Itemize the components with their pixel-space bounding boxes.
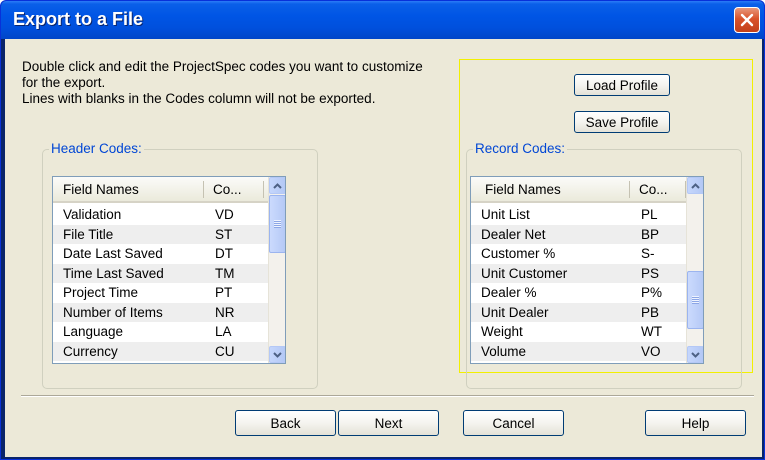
code-cell[interactable]: PS: [641, 266, 659, 281]
code-cell[interactable]: NR: [215, 305, 235, 320]
list-row[interactable]: Project Time PT: [53, 283, 269, 303]
field-name-cell: Language: [63, 324, 124, 339]
list-row[interactable]: File Title ST: [53, 224, 269, 244]
save-profile-button[interactable]: Save Profile: [574, 111, 670, 133]
window-title: Export to a File: [13, 9, 144, 29]
back-button[interactable]: Back: [235, 410, 336, 436]
list-row[interactable]: Validation VD: [53, 205, 269, 225]
field-name-cell: Date Last Saved: [63, 246, 163, 261]
field-name-cell: Option Code: [481, 363, 557, 364]
column-header-field-names[interactable]: Field Names: [63, 182, 139, 197]
field-name-cell: Weight: [481, 324, 523, 339]
column-header-codes[interactable]: Co...: [639, 182, 668, 197]
separator-line: [21, 395, 754, 397]
close-button[interactable]: [734, 7, 760, 33]
instructions-line-1: Double click and edit the ProjectSpec co…: [22, 59, 423, 90]
field-name-cell: Unit List: [481, 207, 530, 222]
column-header-field-names[interactable]: Field Names: [485, 182, 561, 197]
code-cell[interactable]: BP: [641, 227, 659, 242]
scroll-up-button[interactable]: [269, 177, 285, 194]
code-cell[interactable]: TM: [215, 266, 235, 281]
scroll-down-button[interactable]: [269, 346, 285, 363]
list-row[interactable]: Unit List PL: [471, 205, 687, 225]
field-name-cell: Currency: [63, 343, 118, 359]
list-row[interactable]: Weight WT: [471, 322, 687, 342]
code-cell[interactable]: ON: [641, 363, 661, 364]
help-button[interactable]: Help: [645, 410, 746, 436]
chevron-up-icon: [273, 182, 282, 189]
list-row[interactable]: Date Last Saved DT: [53, 244, 269, 264]
list-column-header: Field Names Co...: [471, 177, 687, 203]
chevron-down-icon: [691, 351, 700, 358]
field-name-cell: Volume: [481, 343, 527, 359]
list-row[interactable]: Volume VO: [471, 341, 687, 361]
list-row[interactable]: Unit Customer PS: [471, 263, 687, 283]
code-cell[interactable]: VO: [641, 344, 661, 359]
dialog-body: Double click and edit the ProjectSpec co…: [5, 39, 762, 457]
code-cell[interactable]: WT: [641, 324, 662, 339]
code-cell[interactable]: CU: [215, 344, 235, 359]
header-codes-scrollbar[interactable]: [268, 177, 285, 363]
list-row[interactable]: Customer % S-: [471, 244, 687, 264]
field-name-cell: Unit Customer: [481, 265, 568, 281]
code-cell[interactable]: ST: [215, 227, 232, 242]
chevron-up-icon: [691, 182, 700, 189]
code-cell[interactable]: P%: [641, 285, 662, 300]
field-name-cell: Validation: [63, 207, 122, 222]
scroll-up-button[interactable]: [687, 177, 703, 194]
scroll-thumb[interactable]: [269, 195, 285, 253]
instructions-text: Double click and edit the ProjectSpec co…: [22, 59, 432, 107]
field-name-cell: Unit of Measure: [63, 363, 158, 364]
record-codes-scrollbar[interactable]: [686, 177, 703, 363]
list-row[interactable]: Dealer % P%: [471, 283, 687, 303]
cancel-button[interactable]: Cancel: [463, 410, 564, 436]
list-row[interactable]: Option Code ON: [471, 361, 687, 364]
scroll-down-button[interactable]: [687, 346, 703, 363]
field-name-cell: Number of Items: [63, 304, 163, 320]
field-name-cell: Customer %: [481, 246, 556, 261]
field-name-cell: File Title: [63, 226, 114, 242]
scroll-thumb[interactable]: [687, 271, 703, 329]
list-row[interactable]: Unit of Measure UM: [53, 361, 269, 364]
field-name-cell: Time Last Saved: [63, 265, 164, 281]
code-cell[interactable]: VD: [215, 207, 234, 222]
chevron-down-icon: [273, 351, 282, 358]
load-profile-button[interactable]: Load Profile: [574, 74, 670, 96]
title-bar[interactable]: Export to a File: [1, 1, 764, 39]
list-column-header: Field Names Co...: [53, 177, 269, 203]
grip-icon: [274, 220, 281, 228]
column-separator[interactable]: [263, 181, 264, 198]
code-cell[interactable]: PB: [641, 305, 659, 320]
code-cell[interactable]: PL: [641, 207, 658, 222]
grip-icon: [692, 296, 699, 304]
column-header-codes[interactable]: Co...: [213, 182, 242, 197]
record-codes-label: Record Codes:: [473, 141, 568, 157]
code-cell[interactable]: LA: [215, 324, 232, 339]
list-row[interactable]: Dealer Net BP: [471, 224, 687, 244]
list-row[interactable]: Time Last Saved TM: [53, 263, 269, 283]
record-codes-list[interactable]: Field Names Co... Unit List PL Dealer Net B…: [470, 176, 704, 364]
close-icon: [740, 13, 754, 27]
header-codes-list[interactable]: Field Names Co... Validation VD File Title…: [52, 176, 286, 364]
field-name-cell: Dealer %: [481, 285, 537, 300]
field-name-cell: Dealer Net: [481, 226, 546, 242]
code-cell[interactable]: UM: [215, 363, 236, 364]
list-row[interactable]: Language LA: [53, 322, 269, 342]
code-cell[interactable]: PT: [215, 285, 232, 300]
next-button[interactable]: Next: [338, 410, 439, 436]
column-separator[interactable]: [629, 181, 630, 198]
instructions-line-2: Lines with blanks in the Codes column wi…: [22, 91, 376, 106]
code-cell[interactable]: DT: [215, 246, 233, 261]
list-row[interactable]: Number of Items NR: [53, 302, 269, 322]
list-row[interactable]: Currency CU: [53, 341, 269, 361]
field-name-cell: Unit Dealer: [481, 304, 549, 320]
list-row[interactable]: Unit Dealer PB: [471, 302, 687, 322]
header-codes-label: Header Codes:: [49, 141, 144, 157]
column-separator[interactable]: [203, 181, 204, 198]
field-name-cell: Project Time: [63, 285, 139, 300]
code-cell[interactable]: S-: [641, 246, 655, 261]
export-dialog: Export to a File Double click and edit t…: [0, 0, 765, 460]
